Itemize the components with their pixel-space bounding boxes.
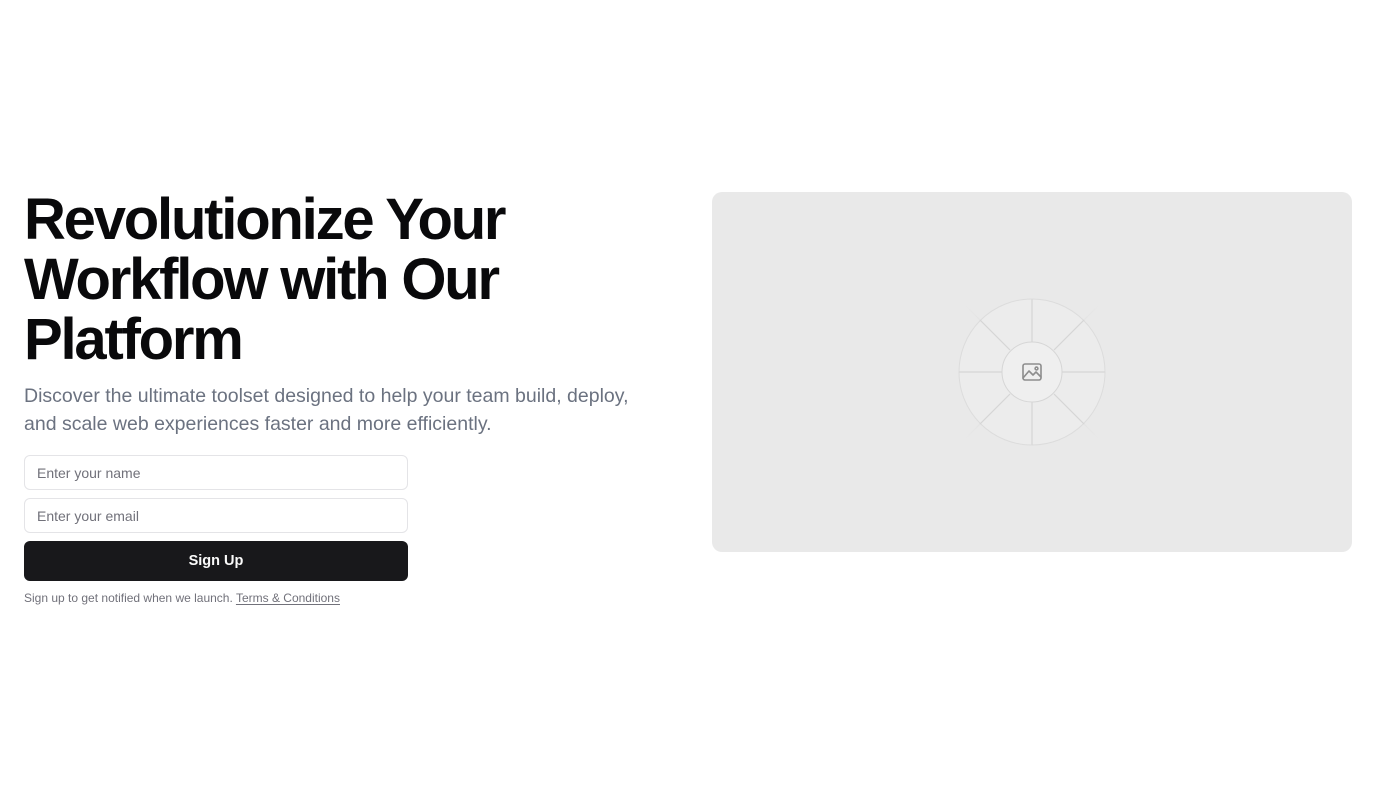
- signup-note: Sign up to get notified when we launch. …: [24, 590, 408, 606]
- name-input[interactable]: [24, 455, 408, 490]
- hero-title: Revolutionize Your Workflow with Our Pla…: [24, 187, 507, 372]
- hero-subtitle: Discover the ultimate toolset designed t…: [24, 385, 629, 435]
- terms-link[interactable]: Terms & Conditions: [236, 591, 340, 605]
- signup-note-text: Sign up to get notified when we launch.: [24, 591, 233, 605]
- placeholder-graphic: [932, 272, 1132, 472]
- signup-form: Sign Up Sign up to get notified when we …: [24, 455, 408, 606]
- hero-image-placeholder: [712, 192, 1352, 552]
- sign-up-button[interactable]: Sign Up: [24, 541, 408, 581]
- hero-content: Revolutionize Your Workflow with Our Pla…: [24, 190, 644, 606]
- landing-page: Revolutionize Your Workflow with Our Pla…: [0, 0, 1376, 794]
- email-input[interactable]: [24, 498, 408, 533]
